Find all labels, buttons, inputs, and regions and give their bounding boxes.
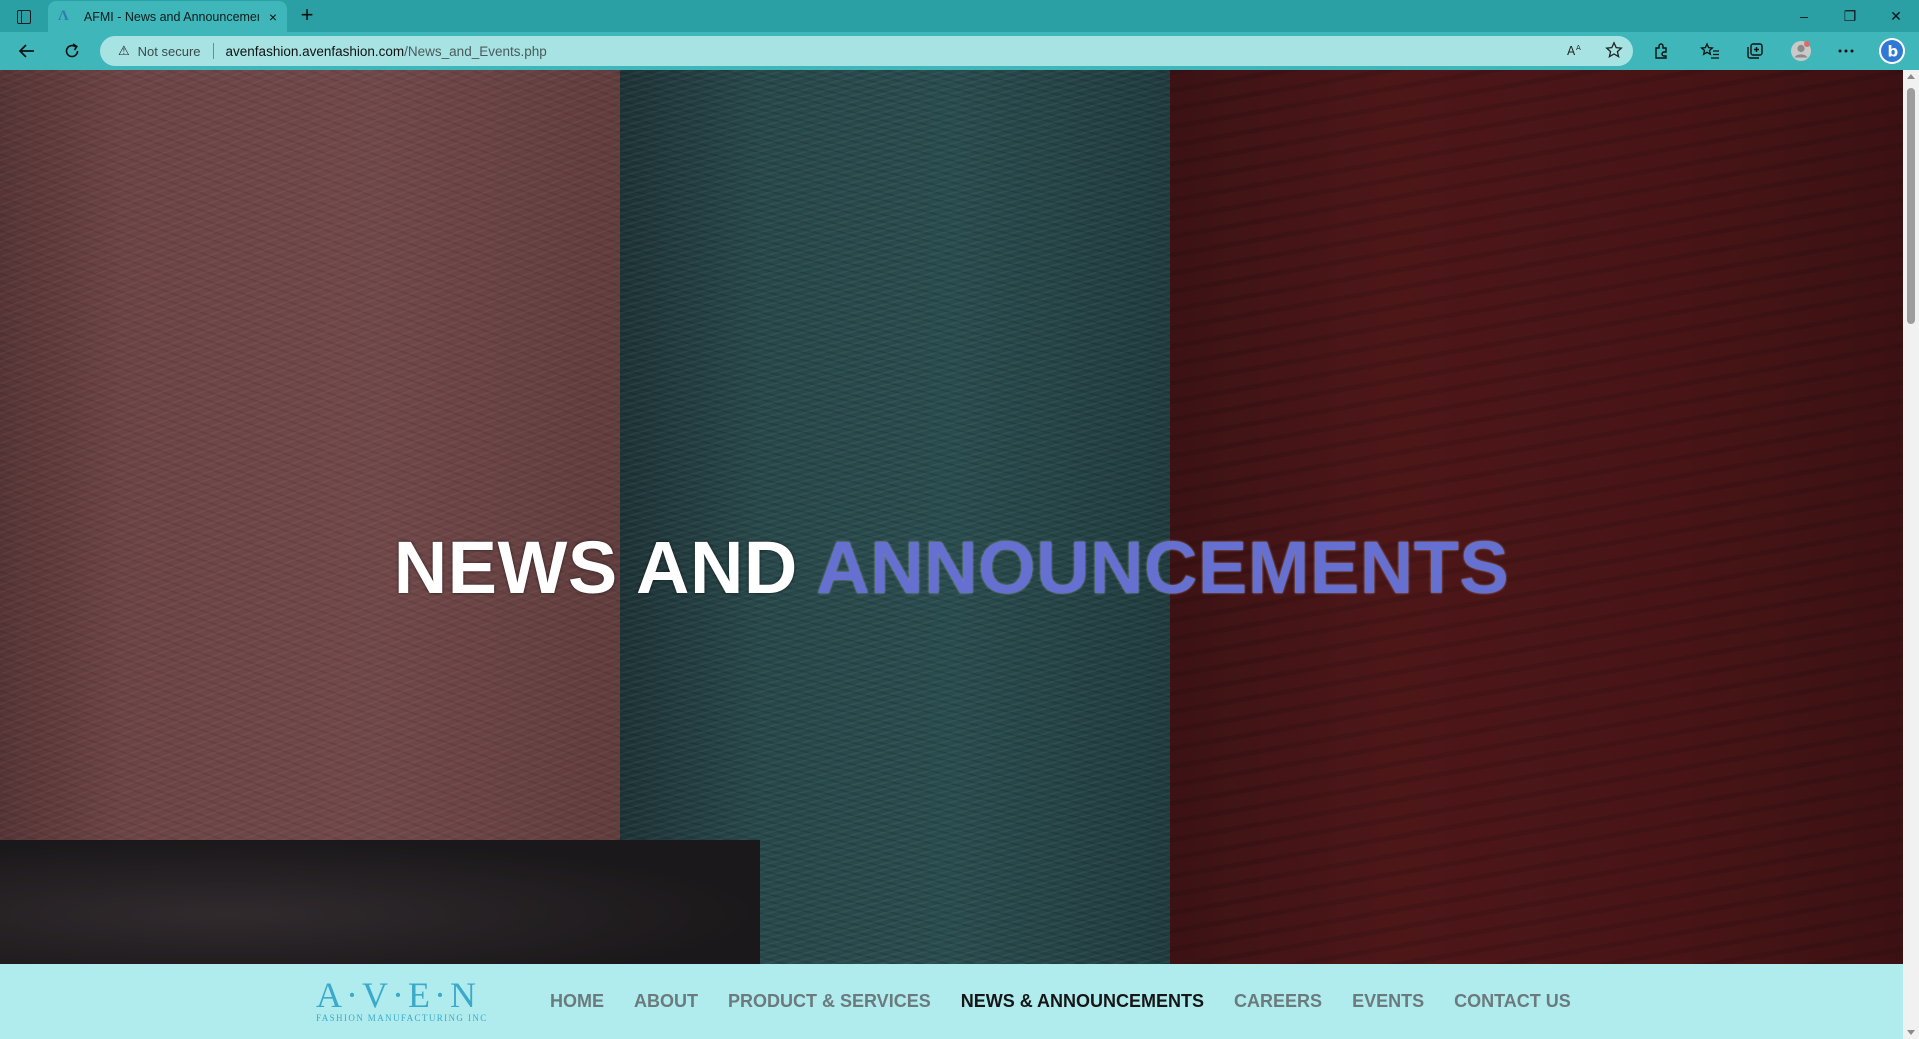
browser-titlebar: Λ AFMI - News and Announcements × + – ❐ … xyxy=(0,0,1919,32)
nav-news-announcements[interactable]: NEWS & ANNOUNCEMENTS xyxy=(961,991,1204,1012)
url-path: /News_and_Events.php xyxy=(404,43,547,59)
hero-title-part1: NEWS AND xyxy=(393,526,798,609)
site-favicon-icon: Λ xyxy=(58,8,69,24)
address-bar-actions: AA xyxy=(1567,36,1623,66)
main-nav: HOME ABOUT PRODUCT & SERVICES NEWS & ANN… xyxy=(550,964,1601,1039)
minimize-button[interactable]: – xyxy=(1781,0,1827,32)
close-window-button[interactable]: ✕ xyxy=(1873,0,1919,32)
extensions-icon[interactable] xyxy=(1646,37,1676,65)
site-logo[interactable]: A·V·E·N FASHION MANUFACTURING INC xyxy=(316,975,511,1023)
hero-banner: NEWS AND ANNOUNCEMENTS xyxy=(0,70,1903,964)
more-icon[interactable] xyxy=(1831,37,1861,65)
nav-product-services[interactable]: PRODUCT & SERVICES xyxy=(728,991,931,1012)
url-host: avenfashion.avenfashion.com xyxy=(225,43,405,59)
page-scrollbar[interactable] xyxy=(1903,70,1919,1039)
tab-close-icon[interactable]: × xyxy=(269,9,277,25)
security-status[interactable]: Not secure xyxy=(138,44,201,59)
nav-home[interactable]: HOME xyxy=(550,991,604,1012)
profile-icon[interactable] xyxy=(1786,37,1816,65)
page-viewport: NEWS AND ANNOUNCEMENTS A·V·E·N FASHION M… xyxy=(0,70,1903,1039)
nav-events[interactable]: EVENTS xyxy=(1352,991,1424,1012)
scroll-down-icon[interactable] xyxy=(1907,1030,1915,1035)
address-divider xyxy=(212,43,214,59)
favorites-icon[interactable] xyxy=(1695,37,1725,65)
tab-actions-icon xyxy=(17,10,31,24)
browser-tab-active[interactable]: Λ AFMI - News and Announcements × xyxy=(48,1,287,32)
svg-text:A: A xyxy=(1576,44,1581,52)
new-tab-button[interactable]: + xyxy=(294,3,320,29)
address-bar[interactable]: ⚠ Not secure avenfashion.avenfashion.com… xyxy=(100,36,1633,66)
tab-title: AFMI - News and Announcements xyxy=(83,9,259,24)
nav-careers[interactable]: CAREERS xyxy=(1234,991,1322,1012)
read-aloud-icon[interactable]: AA xyxy=(1567,43,1583,60)
back-icon[interactable] xyxy=(12,37,42,65)
logo-subtitle: FASHION MANUFACTURING INC xyxy=(316,1013,488,1023)
logo-mark: A·V·E·N xyxy=(316,975,480,1015)
nav-about[interactable]: ABOUT xyxy=(634,991,698,1012)
scroll-up-icon[interactable] xyxy=(1907,74,1915,79)
nav-contact-us[interactable]: CONTACT US xyxy=(1454,991,1571,1012)
tab-actions-button[interactable] xyxy=(10,6,38,28)
site-navbar: A·V·E·N FASHION MANUFACTURING INC HOME A… xyxy=(0,964,1903,1039)
svg-text:b: b xyxy=(1888,43,1899,61)
favorite-star-icon[interactable] xyxy=(1605,40,1623,62)
scrollbar-thumb[interactable] xyxy=(1907,88,1915,324)
collections-icon[interactable] xyxy=(1740,37,1770,65)
browser-toolbar: ⚠ Not secure avenfashion.avenfashion.com… xyxy=(0,32,1919,70)
hero-overlay xyxy=(0,70,1903,964)
hero-title: NEWS AND ANNOUNCEMENTS xyxy=(0,525,1903,610)
warning-icon: ⚠ xyxy=(118,43,130,58)
restore-button[interactable]: ❐ xyxy=(1827,0,1873,32)
hero-title-part2: ANNOUNCEMENTS xyxy=(816,526,1510,609)
svg-text:A: A xyxy=(1567,44,1576,57)
bing-icon[interactable]: b xyxy=(1877,37,1907,65)
refresh-icon[interactable] xyxy=(57,37,87,65)
